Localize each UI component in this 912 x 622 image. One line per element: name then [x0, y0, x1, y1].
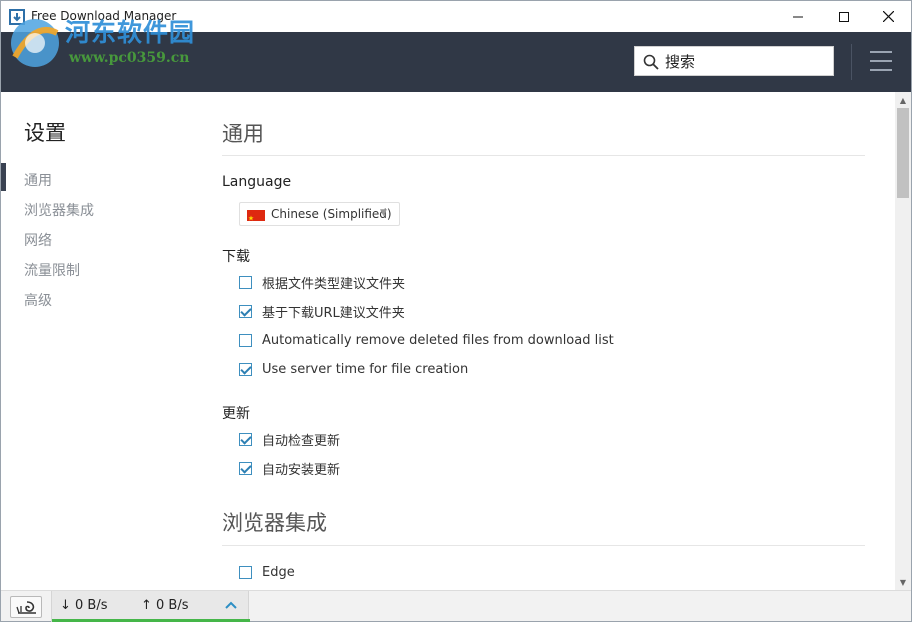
chevron-up-icon[interactable]	[225, 600, 237, 610]
scroll-thumb[interactable]	[897, 108, 909, 198]
download-speed: ↓ 0 B/s	[60, 598, 108, 613]
sidebar-item-browser-integration[interactable]: 浏览器集成	[24, 200, 94, 220]
option-suggest-folder-by-url[interactable]: 基于下载URL建议文件夹	[239, 302, 405, 321]
sidebar-item-general[interactable]: 通用	[24, 170, 52, 190]
section-title-browser-integration: 浏览器集成	[222, 511, 327, 535]
snail-icon	[16, 601, 36, 614]
option-label: 基于下载URL建议文件夹	[262, 305, 405, 321]
download-label: 下载	[222, 249, 250, 265]
search-box[interactable]	[634, 46, 834, 76]
option-auto-remove-deleted[interactable]: Automatically remove deleted files from …	[239, 331, 614, 349]
update-label: 更新	[222, 406, 250, 422]
sidebar-item-advanced[interactable]: 高级	[24, 290, 52, 310]
minimize-button[interactable]	[775, 1, 821, 32]
watermark-text: 河东软件园	[65, 18, 196, 47]
section-divider	[222, 155, 865, 156]
sidebar-item-network[interactable]: 网络	[24, 230, 52, 250]
checkbox[interactable]	[239, 275, 252, 289]
scroll-up-arrow-icon[interactable]: ▲	[895, 92, 911, 108]
option-label: Automatically remove deleted files from …	[262, 332, 614, 348]
watermark-logo	[11, 19, 59, 67]
option-suggest-folder-by-type[interactable]: 根据文件类型建议文件夹	[239, 273, 406, 292]
language-value: Chinese (Simplified)	[271, 207, 392, 221]
search-input[interactable]	[665, 51, 825, 73]
option-label: 自动安装更新	[262, 462, 341, 478]
checkbox-checked[interactable]	[239, 461, 252, 475]
search-icon	[643, 54, 659, 70]
scroll-down-arrow-icon[interactable]: ▼	[895, 574, 911, 590]
settings-content: 通用 Language Chinese (Simplified) ▼ 下载 根据…	[222, 92, 866, 590]
option-label: 自动检查更新	[262, 433, 341, 449]
option-label: Use server time for file creation	[262, 361, 469, 377]
speed-panel[interactable]: ↓ 0 B/s ↑ 0 B/s	[51, 591, 250, 622]
sidebar-item-traffic-limits[interactable]: 流量限制	[24, 260, 80, 280]
vertical-scrollbar[interactable]: ▲ ▼	[895, 92, 911, 590]
upload-speed: ↑ 0 B/s	[141, 598, 189, 613]
checkbox[interactable]	[239, 333, 252, 347]
option-label: 根据文件类型建议文件夹	[262, 276, 406, 292]
option-label: Edge	[262, 564, 295, 580]
hamburger-menu-icon[interactable]	[870, 51, 892, 71]
settings-sidebar: 设置 通用 浏览器集成 网络 流量限制 高级	[1, 92, 201, 590]
language-select[interactable]: Chinese (Simplified) ▼	[239, 202, 400, 226]
option-edge[interactable]: Edge	[239, 563, 295, 581]
watermark-url: www.pc0359.cn	[69, 50, 190, 66]
app-window: Free Download Manager 河东软件园 www.pc03	[0, 0, 912, 622]
option-server-time[interactable]: Use server time for file creation	[239, 360, 468, 378]
checkbox-checked[interactable]	[239, 304, 252, 318]
language-label: Language	[222, 174, 292, 190]
option-auto-install-updates[interactable]: 自动安装更新	[239, 459, 341, 478]
sidebar-active-indicator	[1, 163, 6, 191]
chevron-down-icon: ▼	[380, 208, 387, 218]
status-bar: ↓ 0 B/s ↑ 0 B/s	[1, 590, 911, 622]
section-title-general: 通用	[222, 122, 264, 146]
checkbox-checked[interactable]	[239, 432, 252, 446]
china-flag-icon	[247, 210, 265, 221]
section-divider	[222, 545, 865, 546]
checkbox[interactable]	[239, 565, 252, 579]
header-divider	[851, 44, 852, 80]
close-button[interactable]	[865, 1, 911, 32]
option-auto-check-updates[interactable]: 自动检查更新	[239, 430, 341, 449]
checkbox-checked[interactable]	[239, 362, 252, 376]
maximize-button[interactable]	[821, 1, 867, 32]
speed-mode-button[interactable]	[10, 596, 42, 618]
sidebar-title: 设置	[24, 121, 66, 145]
